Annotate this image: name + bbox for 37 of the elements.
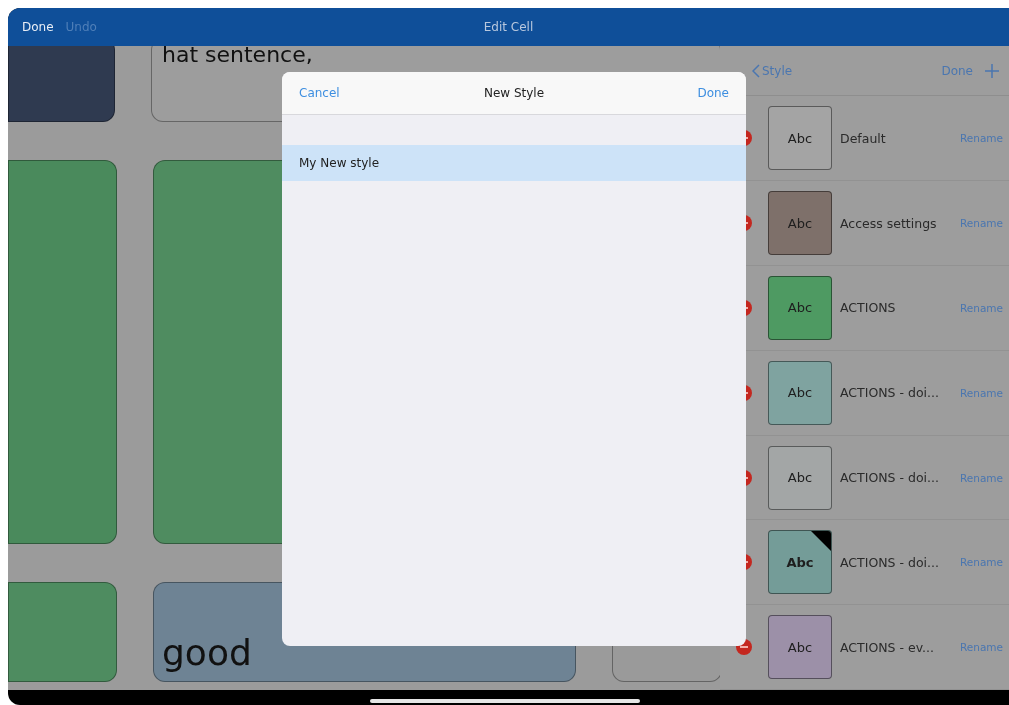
done-button[interactable]: Done: [22, 20, 54, 34]
style-name: Default: [840, 130, 887, 146]
corner-mark-icon: [811, 531, 831, 552]
style-name: ACTIONS - doi...: [840, 554, 940, 570]
rename-link[interactable]: Rename: [959, 556, 1003, 569]
swatch-label: Abc: [787, 300, 813, 316]
style-name: ACTIONS: [840, 300, 897, 316]
rename-link[interactable]: Rename: [959, 132, 1003, 145]
style-name: ACTIONS - doi...: [840, 470, 940, 486]
rename-link[interactable]: Rename: [959, 386, 1003, 399]
home-indicator[interactable]: [369, 699, 640, 703]
swatch-label: Abc: [787, 639, 813, 655]
cancel-button[interactable]: Cancel: [299, 86, 340, 100]
board-cell[interactable]: [8, 582, 117, 682]
dialog-title: New Style: [483, 86, 545, 100]
style-name-item[interactable]: My New style: [282, 145, 746, 181]
board-cell[interactable]: [8, 160, 117, 544]
swatch-label: Abc: [787, 470, 813, 486]
done-link[interactable]: Done: [941, 63, 973, 78]
rename-link[interactable]: Rename: [959, 301, 1003, 314]
style-name: Access settings: [840, 215, 938, 231]
style-name: ACTIONS - doi...: [840, 385, 940, 401]
cell-text: hat sentence,: [162, 46, 313, 68]
rename-link[interactable]: Rename: [959, 471, 1003, 484]
style-name: ACTIONS - ev...: [840, 639, 935, 655]
swatch-label: Abc: [787, 385, 813, 401]
board-cell[interactable]: [8, 46, 115, 122]
back-chevron-icon[interactable]: [752, 63, 760, 78]
cell-text: good: [162, 633, 252, 673]
swatch-label: Abc: [787, 130, 813, 146]
back-link[interactable]: Style: [762, 63, 793, 78]
swatch-label: Abc: [786, 554, 814, 570]
rename-link[interactable]: Rename: [959, 217, 1003, 230]
rename-link[interactable]: Rename: [959, 641, 1003, 654]
screen-title: Edit Cell: [483, 20, 534, 34]
plus-icon[interactable]: [985, 63, 999, 78]
swatch-label: Abc: [787, 215, 813, 231]
